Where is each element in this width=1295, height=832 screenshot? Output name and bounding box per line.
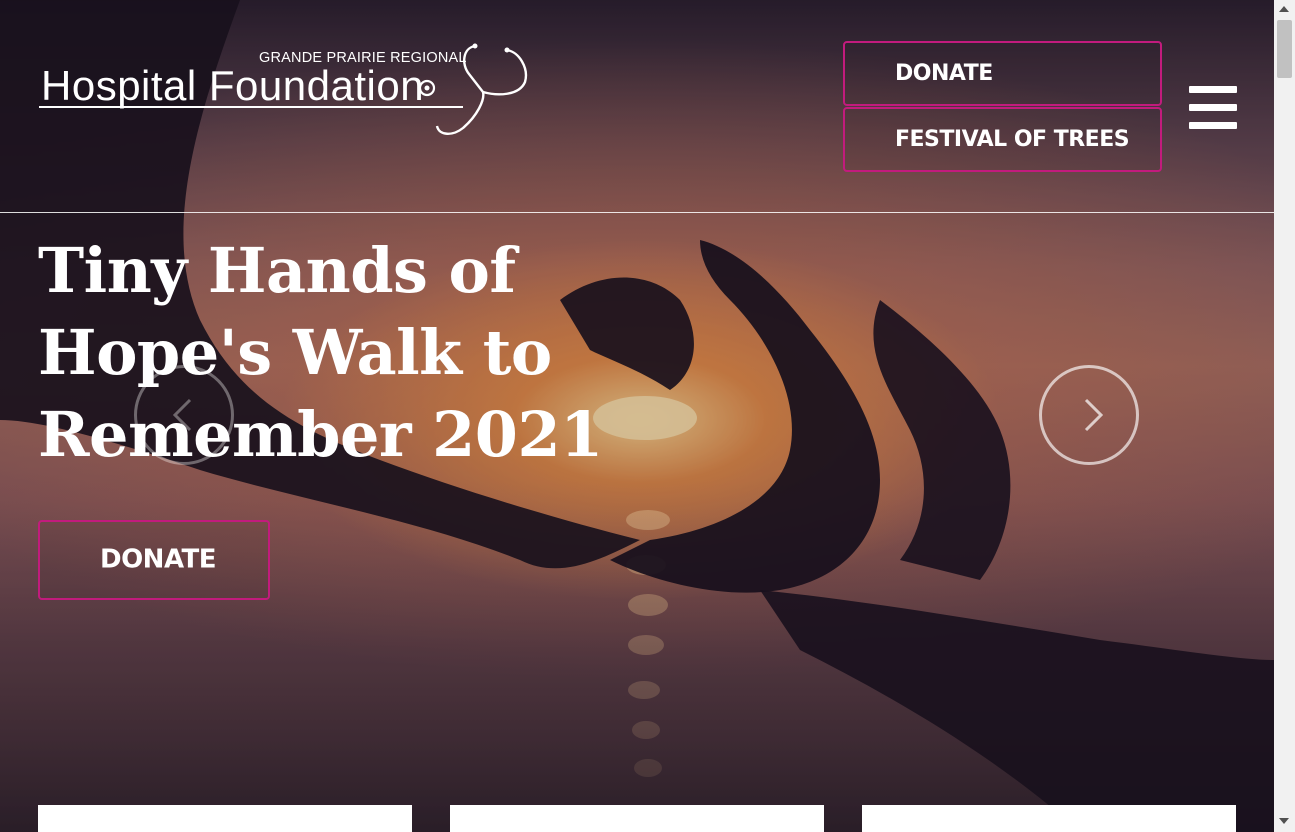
header-donate-label: DONATE [895,60,993,86]
feature-card-2[interactable] [450,805,824,832]
chevron-right-icon [1084,398,1104,432]
carousel-next-button[interactable] [1039,365,1139,465]
header-divider [0,212,1274,213]
vertical-scrollbar[interactable] [1274,0,1295,832]
feature-card-1[interactable] [38,805,412,832]
festival-of-trees-label: FESTIVAL OF TREES [895,126,1130,152]
carousel-prev-button[interactable] [134,365,234,465]
hero-donate-label: DONATE [100,544,217,575]
hero-viewport: GRANDE PRAIRIE REGIONAL Hospital Foundat… [0,0,1274,832]
hero-donate-button[interactable]: DONATE [38,520,270,600]
festival-of-trees-button[interactable]: FESTIVAL OF TREES [843,107,1162,172]
hamburger-menu-icon[interactable] [1189,86,1237,130]
scroll-up-arrow-icon[interactable] [1279,6,1289,12]
feature-card-3[interactable] [862,805,1236,832]
scroll-down-arrow-icon[interactable] [1279,818,1289,824]
header-donate-button[interactable]: DONATE [843,41,1162,106]
foundation-logo[interactable]: GRANDE PRAIRIE REGIONAL Hospital Foundat… [37,40,539,140]
scrollbar-thumb[interactable] [1277,20,1292,78]
stethoscope-icon [418,43,528,135]
hero-title: Tiny Hands of Hope's Walk to Remember 20… [38,234,603,471]
chevron-left-icon [172,398,192,432]
